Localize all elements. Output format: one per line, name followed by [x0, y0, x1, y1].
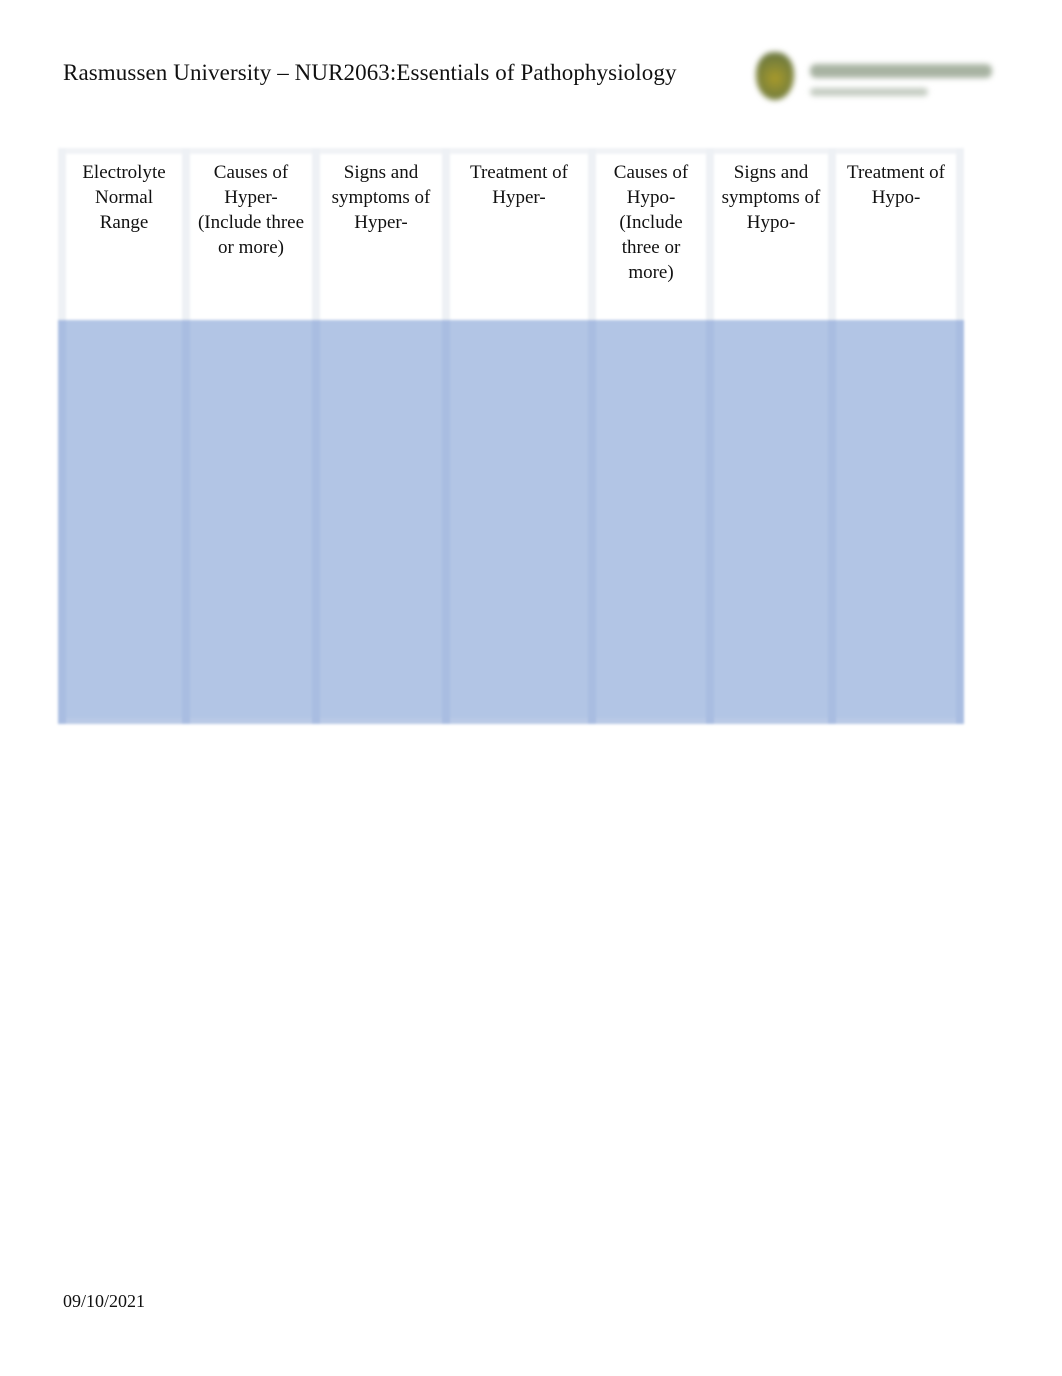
table-cell[interactable] — [706, 320, 836, 724]
table-cell[interactable] — [828, 320, 964, 724]
university-logo — [752, 50, 997, 106]
footer-date: 09/10/2021 — [63, 1291, 146, 1311]
column-header-treatment-hypo: Treatment of Hypo- — [828, 148, 964, 320]
column-header-signs-hyper: Signs and symptoms of Hyper- — [312, 148, 450, 320]
column-header-causes-hypo: Causes of Hypo- (Include three or more) — [588, 148, 714, 320]
column-header-causes-hyper: Causes of Hyper- (Include three or more) — [182, 148, 320, 320]
document-header-title: Rasmussen University – NUR2063:Essential… — [63, 60, 677, 85]
table-cell[interactable] — [588, 320, 714, 724]
logo-shield-icon — [756, 52, 794, 100]
table-cell[interactable] — [58, 320, 190, 724]
table-cell[interactable] — [442, 320, 596, 724]
table-header-row: Electrolyte Normal Range Causes of Hyper… — [58, 148, 964, 320]
electrolyte-table: Electrolyte Normal Range Causes of Hyper… — [58, 148, 964, 724]
column-header-signs-hypo: Signs and symptoms of Hypo- — [706, 148, 836, 320]
table-row — [58, 320, 964, 724]
logo-tagline — [810, 88, 928, 96]
table-cell[interactable] — [312, 320, 450, 724]
column-header-electrolyte-range: Electrolyte Normal Range — [58, 148, 190, 320]
table-cell[interactable] — [182, 320, 320, 724]
logo-wordmark — [810, 64, 992, 78]
column-header-treatment-hyper: Treatment of Hyper- — [442, 148, 596, 320]
